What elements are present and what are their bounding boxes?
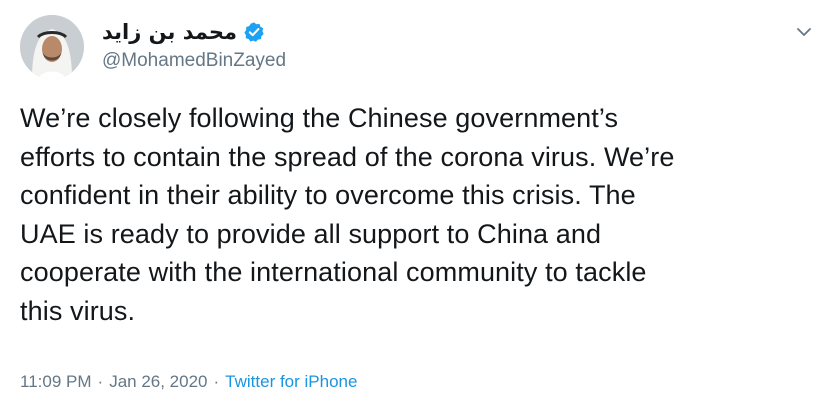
meta-separator: · [97, 372, 104, 391]
tweet-text: We’re closely following the Chinese gove… [20, 103, 675, 326]
tweet-time[interactable]: 11:09 PM [20, 372, 92, 392]
tweet-meta: 11:09 PM · Jan 26, 2020 · Twitter for iP… [20, 372, 357, 392]
chevron-down-icon[interactable] [794, 22, 814, 42]
tweet-source-link[interactable]: Twitter for iPhone [225, 372, 357, 392]
verified-badge-icon [243, 21, 265, 43]
display-name[interactable]: محمد بن زايد [102, 20, 237, 44]
tweet-date[interactable]: Jan 26, 2020 [109, 372, 207, 392]
avatar-image [20, 15, 84, 79]
meta-separator: · [213, 372, 220, 391]
avatar[interactable] [20, 15, 84, 79]
author-name-row[interactable]: محمد بن زايد [102, 16, 265, 48]
tweet-card: محمد بن زايد @MohamedBinZayed We’re clos… [0, 0, 840, 409]
user-handle[interactable]: @MohamedBinZayed [102, 50, 286, 72]
